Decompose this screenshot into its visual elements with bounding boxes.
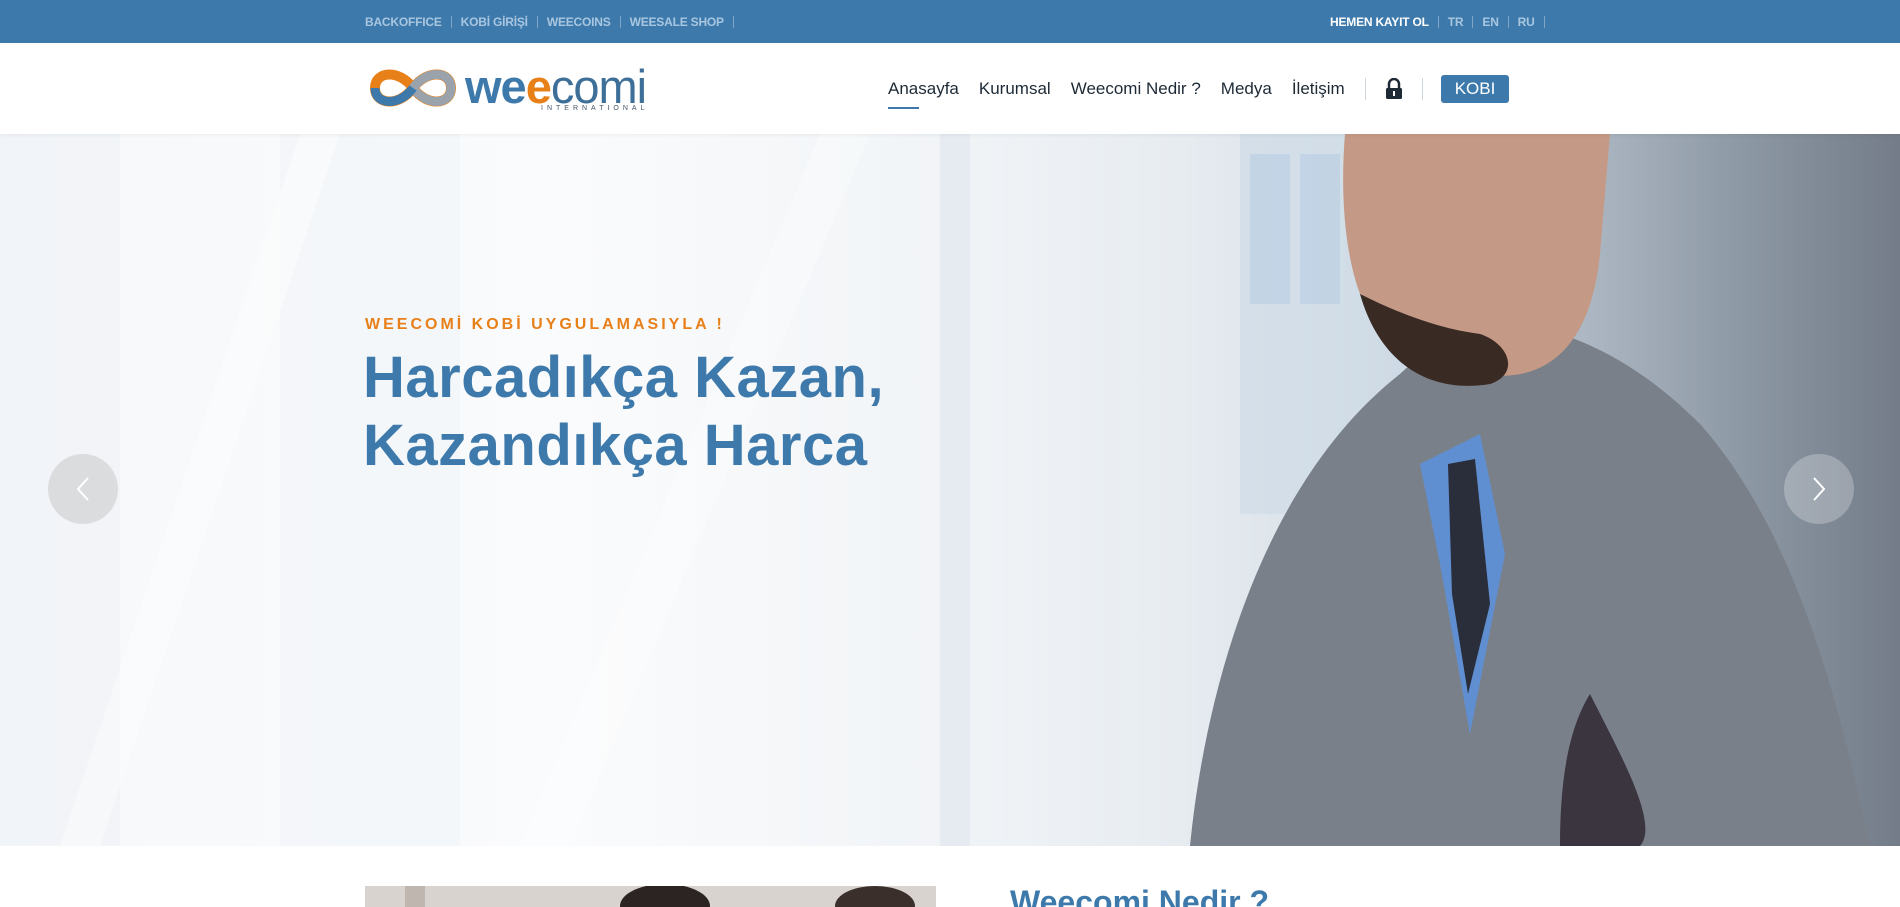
hero-headline-line-2: Kazandıkça Harca [363,413,868,478]
divider [619,15,621,28]
divider [1507,15,1509,28]
chevron-right-icon [1813,477,1826,501]
nav-corporate[interactable]: Kurumsal [979,79,1051,99]
hero-headline-line-1: Harcadıkça Kazan, [363,345,885,410]
nav-home[interactable]: Anasayfa [888,79,959,109]
kobi-button[interactable]: KOBI [1440,74,1510,103]
hero-background-image [0,134,1870,846]
logo-tagline: INTERNATIONAL [541,105,649,112]
backoffice-link[interactable]: BACKOFFICE [365,15,442,29]
register-link[interactable]: HEMEN KAYIT OL [1330,15,1429,29]
nav-media[interactable]: Medya [1221,79,1272,99]
weecomi-logo[interactable]: weecomi INTERNATIONAL [365,61,665,115]
divider [1364,77,1366,100]
divider [1421,77,1423,100]
divider [536,15,538,28]
hero-slider: WEECOMİ KOBİ UYGULAMASIYLA ! Harcadıkça … [0,134,1900,846]
top-right-links: HEMEN KAYIT OL TR EN RU [1330,0,1554,43]
top-links: BACKOFFICE KOBİ GİRİŞİ WEECOINS WEESALE … [365,0,743,43]
lang-ru-link[interactable]: RU [1518,15,1535,29]
lang-en-link[interactable]: EN [1482,15,1498,29]
divider [732,15,734,28]
hero-headline: Harcadıkça Kazan, Kazandıkça Harca [363,344,884,480]
nav-what-is-weecomi[interactable]: Weecomi Nedir ? [1071,79,1201,99]
lock-icon[interactable] [1384,77,1404,100]
divider [1543,15,1545,28]
weecoins-link[interactable]: WEECOINS [547,15,611,29]
section-image [365,886,936,907]
nav-contact[interactable]: İletişim [1292,79,1345,99]
divider [1472,15,1474,28]
slider-prev-button[interactable] [48,454,118,524]
chevron-left-icon [76,477,89,501]
site-header: weecomi INTERNATIONAL Anasayfa Kurumsal … [0,43,1900,134]
top-utility-bar: BACKOFFICE KOBİ GİRİŞİ WEECOINS WEESALE … [0,0,1900,43]
section-title: Weecomi Nedir ? [1010,884,1270,907]
weesale-shop-link[interactable]: WEESALE SHOP [630,15,724,29]
infinity-logo-icon [369,69,457,107]
divider [450,15,452,28]
lang-tr-link[interactable]: TR [1448,15,1464,29]
main-nav: Anasayfa Kurumsal Weecomi Nedir ? Medya … [888,43,1510,134]
hero-eyebrow: WEECOMİ KOBİ UYGULAMASIYLA ! [365,316,725,333]
slider-next-button[interactable] [1784,454,1854,524]
kobi-login-link[interactable]: KOBİ GİRİŞİ [461,15,528,29]
divider [1437,15,1439,28]
